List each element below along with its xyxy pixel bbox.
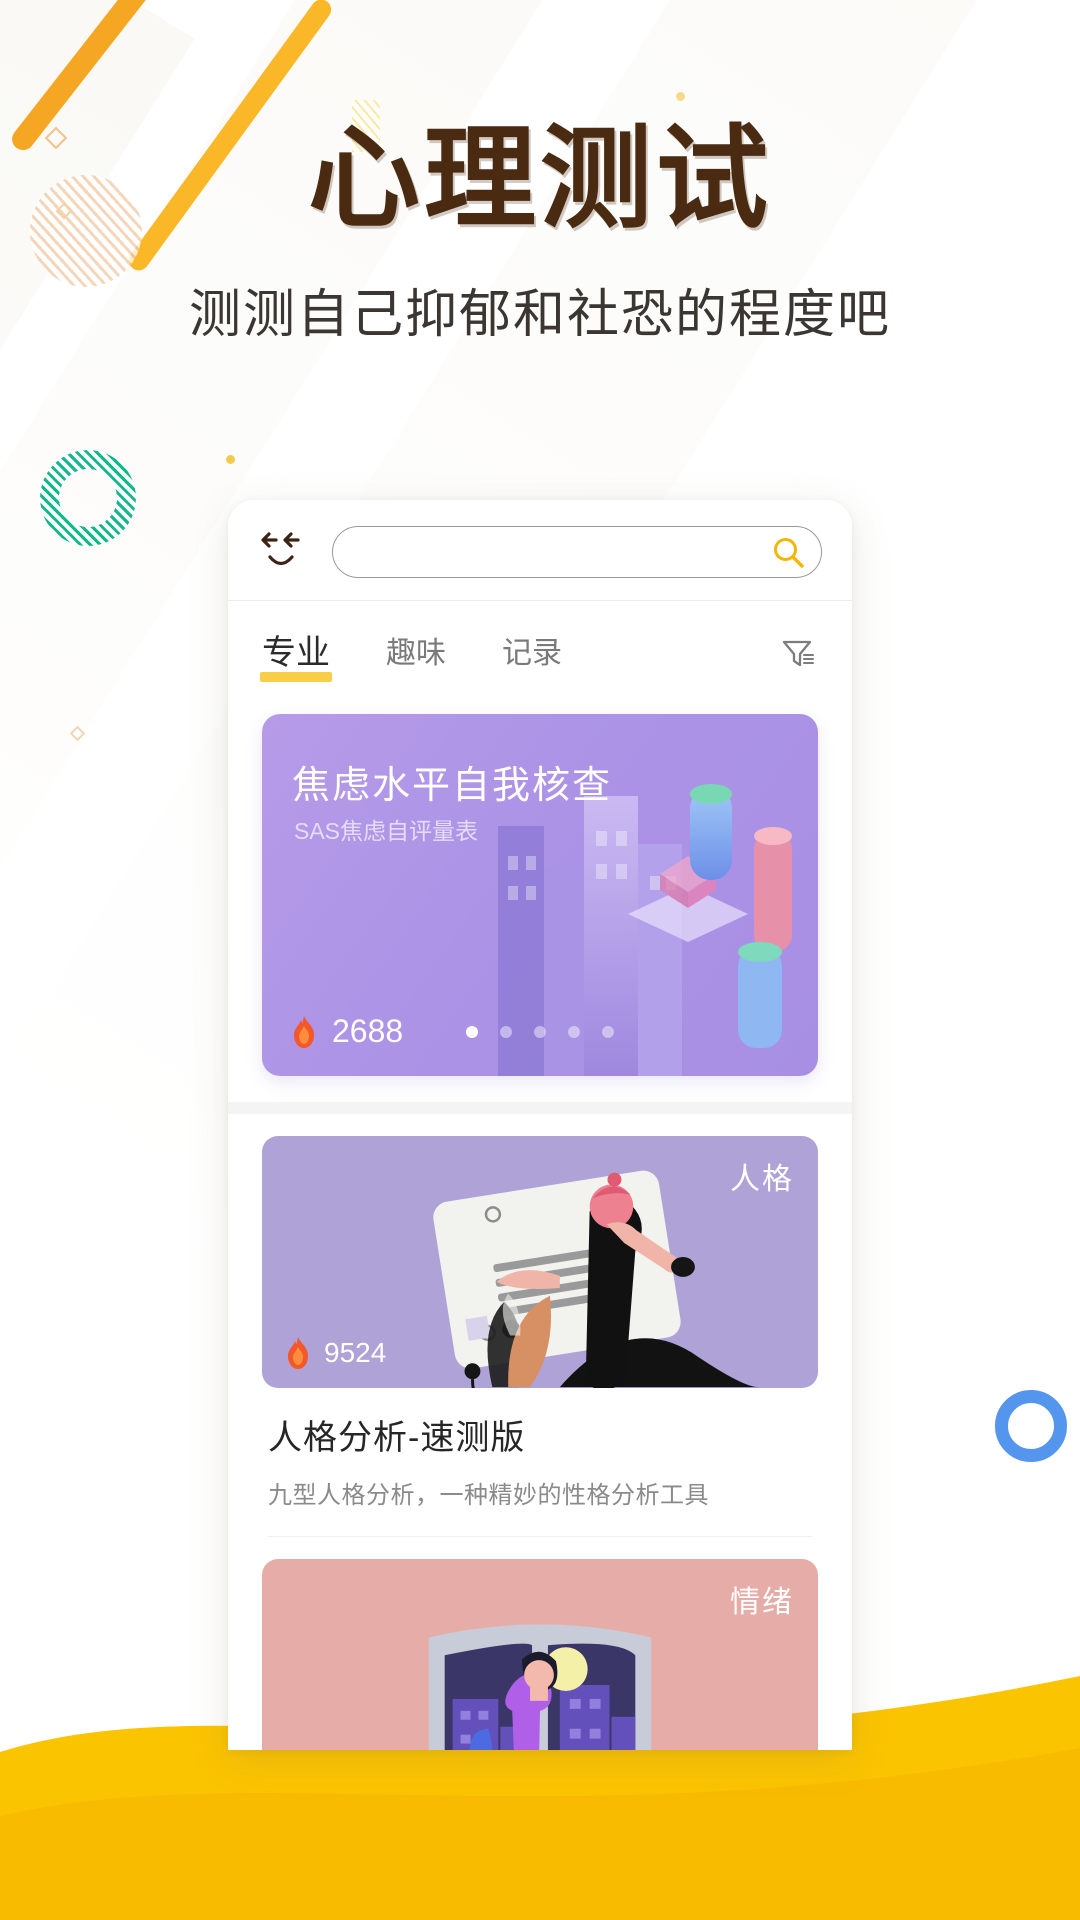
item-popularity: 9524 [284,1336,386,1370]
item-badge: 情绪 [730,1586,794,1619]
fire-icon [288,1337,308,1369]
page-title: 心理测试 [308,116,772,241]
page-subtitle: 测测自己抑郁和社恐的程度吧 [188,285,891,344]
carousel-dot[interactable] [466,1026,478,1038]
carousel-dot[interactable] [602,1026,614,1038]
hero-carousel[interactable]: 焦虑水平自我核查 SAS焦虑自评量表 2688 [228,700,852,1102]
smiley-face-icon[interactable] [258,528,312,576]
item-description: 九型人格分析，一种精妙的性格分析工具 [268,1482,709,1509]
carousel-dot[interactable] [568,1026,580,1038]
section-separator [228,1102,852,1114]
hero-title: 焦虑水平自我核查 [292,765,613,807]
filter-funnel-icon[interactable] [778,633,818,673]
page-header: 心理测试 测测自己抑郁和社恐的程度吧 [0,0,1080,347]
tab-records[interactable]: 记录 [502,628,562,678]
teal-ring-decoration [40,450,136,546]
app-preview-card: 专业 趣味 记录 焦虑水平自我核查 SAS焦虑自评量表 2688 人格 9524… [228,500,852,1750]
list-item[interactable]: 人格 9524 人格分析-速测版 九型人格分析，一种精妙的性格分析工具 [228,1114,852,1537]
app-topbar [228,500,852,600]
carousel-dot[interactable] [500,1026,512,1038]
item-fire-count: 9524 [324,1337,387,1368]
list-item[interactable]: 情绪 8859 [228,1537,852,1750]
item-badge: 人格 [730,1163,794,1196]
item-thumbnail[interactable]: 人格 9524 [262,1136,818,1388]
item-meta: 人格分析-速测版 九型人格分析，一种精妙的性格分析工具 [262,1388,818,1537]
tab-fun[interactable]: 趣味 [386,628,446,678]
blue-ring-decoration [995,1390,1067,1462]
search-icon[interactable] [771,535,805,569]
item-thumbnail[interactable]: 情绪 8859 [262,1559,818,1750]
tab-professional[interactable]: 专业 [260,625,332,682]
item-title: 人格分析-速测版 [268,1419,526,1457]
tab-bar: 专业 趣味 记录 [228,601,852,700]
carousel-dots[interactable] [262,1026,818,1038]
hero-card[interactable]: 焦虑水平自我核查 SAS焦虑自评量表 2688 [262,714,818,1076]
search-input[interactable] [355,539,771,565]
yellow-dot-decoration [226,455,235,464]
search-bar[interactable] [332,526,822,578]
carousel-dot[interactable] [534,1026,546,1038]
hero-subtitle: SAS焦虑自评量表 [294,818,479,844]
